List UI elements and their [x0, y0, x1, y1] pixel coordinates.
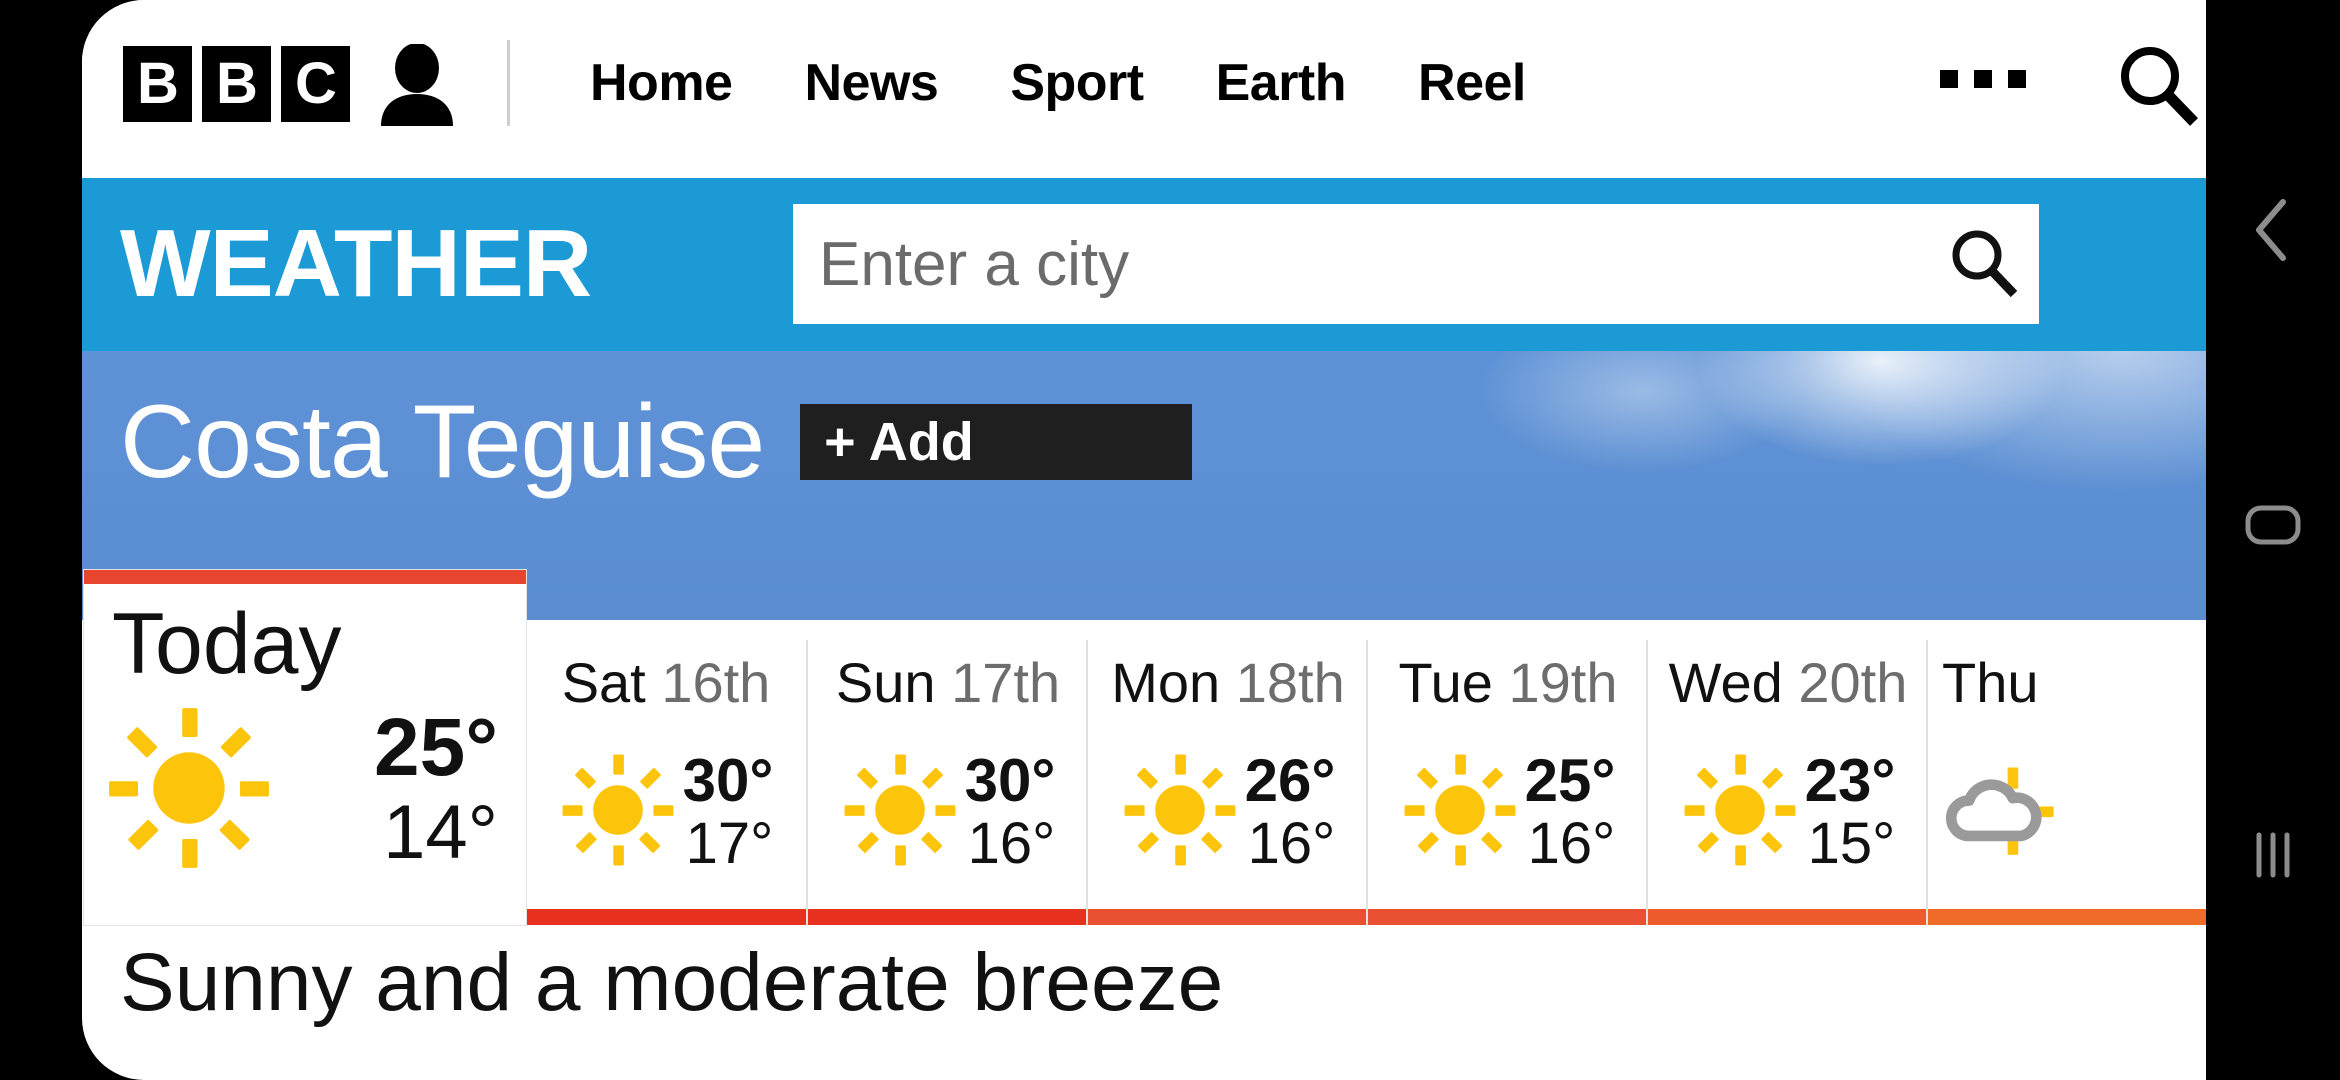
- sunny-icon: [1401, 751, 1519, 874]
- sunny-intervals-icon: [1938, 751, 2056, 874]
- account-icon[interactable]: [377, 43, 457, 126]
- day-temperatures: 26° 16°: [1245, 749, 1336, 875]
- nav-link-home[interactable]: Home: [554, 40, 768, 126]
- day-name: Thu: [1942, 651, 2039, 714]
- today-high-temp: 25°: [373, 702, 498, 793]
- day-name: Wed: [1668, 651, 1783, 714]
- nav-divider: [507, 40, 510, 126]
- nav-link-news[interactable]: News: [768, 40, 974, 126]
- day-low-temp: 16°: [967, 811, 1056, 876]
- bbc-logo-letter-2: B: [202, 46, 271, 122]
- day-accent-bar: [1368, 909, 1646, 925]
- day-name: Mon: [1111, 651, 1221, 714]
- sunny-icon: [559, 751, 677, 874]
- day-column-wed[interactable]: Wed 20th 23° 15°: [1646, 640, 1926, 925]
- day-column-sun[interactable]: Sun 17th 30° 16°: [806, 640, 1086, 925]
- bbc-logo[interactable]: B B C: [123, 46, 350, 122]
- day-body: 30° 16°: [808, 732, 1086, 892]
- day-accent-bar: [1928, 909, 2206, 925]
- city-search-box[interactable]: [793, 204, 2039, 324]
- forecast-summary: Sunny and a moderate breeze: [120, 937, 1224, 1028]
- today-accent-bar: [84, 570, 526, 584]
- day-name: Sat: [561, 651, 646, 714]
- day-header: Thu: [1928, 648, 2206, 718]
- sunny-icon: [1121, 751, 1239, 874]
- day-column-mon[interactable]: Mon 18th 26° 16°: [1086, 640, 1366, 925]
- more-dot-3: [2008, 70, 2026, 88]
- day-high-temp: 25°: [1524, 747, 1616, 814]
- day-name: Tue: [1398, 651, 1493, 714]
- today-label: Today: [112, 596, 342, 692]
- search-icon[interactable]: [1929, 204, 2039, 324]
- day-high-temp: 23°: [1804, 747, 1896, 814]
- location-row: Costa Teguise + Add: [120, 383, 1193, 501]
- day-header: Sun 17th: [808, 648, 1086, 718]
- add-location-button[interactable]: + Add: [800, 404, 1193, 480]
- day-header: Tue 19th: [1368, 648, 1646, 718]
- day-low-temp: 16°: [1247, 811, 1336, 876]
- day-body: 30° 17°: [526, 732, 806, 892]
- chevron-back-icon[interactable]: [2206, 185, 2340, 275]
- day-date: 16th: [661, 651, 771, 714]
- day-high-temp: 26°: [1244, 747, 1336, 814]
- day-body: 25° 16°: [1368, 732, 1646, 892]
- today-temperatures: 25° 14°: [284, 705, 514, 875]
- recents-bars-icon[interactable]: [2206, 810, 2340, 900]
- day-header: Wed 20th: [1648, 648, 1926, 718]
- nav-link-reel[interactable]: Reel: [1382, 40, 1562, 126]
- primary-nav: Home News Sport Earth Reel: [554, 40, 1562, 126]
- sunny-icon: [1681, 751, 1799, 874]
- browser-viewport: B B C Home News Sport Earth Reel WEATHER…: [82, 0, 2206, 1080]
- day-header: Sat 16th: [526, 648, 806, 718]
- bbc-logo-letter-3: C: [281, 46, 350, 122]
- day-header: Mon 18th: [1088, 648, 1366, 718]
- city-search-input[interactable]: [793, 204, 1929, 324]
- day-body: [1928, 732, 2206, 892]
- day-temperatures: 30° 17°: [683, 749, 774, 875]
- day-temperatures: 25° 16°: [1525, 749, 1616, 875]
- page-title: Costa Teguise: [120, 384, 765, 500]
- day-low-temp: 17°: [685, 811, 774, 876]
- day-name: Sun: [835, 651, 936, 714]
- more-dot-1: [1940, 70, 1958, 88]
- sunny-icon: [841, 751, 959, 874]
- day-accent-bar: [808, 909, 1086, 925]
- day-temperatures: 23° 15°: [1805, 749, 1896, 875]
- day-low-temp: 16°: [1527, 811, 1616, 876]
- day-column-tue[interactable]: Tue 19th 25° 16°: [1366, 640, 1646, 925]
- day-column-sat[interactable]: Sat 16th 30° 17°: [526, 640, 806, 925]
- day-date: 20th: [1798, 651, 1908, 714]
- day-columns: Sat 16th 30° 17° Sun 17th 30° 16° Mon 18…: [526, 640, 2206, 925]
- today-forecast-card[interactable]: Today 25° 14°: [84, 570, 526, 925]
- today-low-temp: 14°: [383, 790, 498, 875]
- more-dot-2: [1974, 70, 1992, 88]
- search-icon[interactable]: [2114, 42, 2202, 130]
- day-column-thu[interactable]: Thu: [1926, 640, 2206, 925]
- bbc-logo-letter-1: B: [123, 46, 192, 122]
- day-date: 18th: [1235, 651, 1345, 714]
- more-ellipsis-icon[interactable]: [1940, 70, 2026, 88]
- phone-screen: B B C Home News Sport Earth Reel WEATHER…: [0, 0, 2340, 1080]
- day-accent-bar: [1088, 909, 1366, 925]
- day-date: 17th: [951, 651, 1061, 714]
- day-low-temp: 15°: [1807, 811, 1896, 876]
- home-square-icon[interactable]: [2206, 480, 2340, 570]
- day-high-temp: 30°: [682, 747, 774, 814]
- forecast-strip: Today 25° 14° Sat 16th 30° 17° Sun 17th …: [82, 570, 2206, 925]
- weather-wordmark[interactable]: WEATHER: [120, 204, 592, 324]
- nav-link-earth[interactable]: Earth: [1180, 40, 1382, 126]
- bbc-global-header: B B C Home News Sport Earth Reel: [82, 0, 2206, 178]
- nav-link-sport[interactable]: Sport: [974, 40, 1179, 126]
- day-accent-bar: [1648, 909, 1926, 925]
- day-body: 26° 16°: [1088, 732, 1366, 892]
- day-accent-bar: [526, 909, 806, 925]
- day-high-temp: 30°: [964, 747, 1056, 814]
- day-body: 23° 15°: [1648, 732, 1926, 892]
- system-navigation-bar: [2206, 0, 2340, 1080]
- day-temperatures: 30° 16°: [965, 749, 1056, 875]
- today-body: 25° 14°: [104, 700, 514, 880]
- day-date: 19th: [1508, 651, 1618, 714]
- weather-brand-banner: WEATHER: [82, 178, 2206, 351]
- sunny-icon: [104, 703, 274, 878]
